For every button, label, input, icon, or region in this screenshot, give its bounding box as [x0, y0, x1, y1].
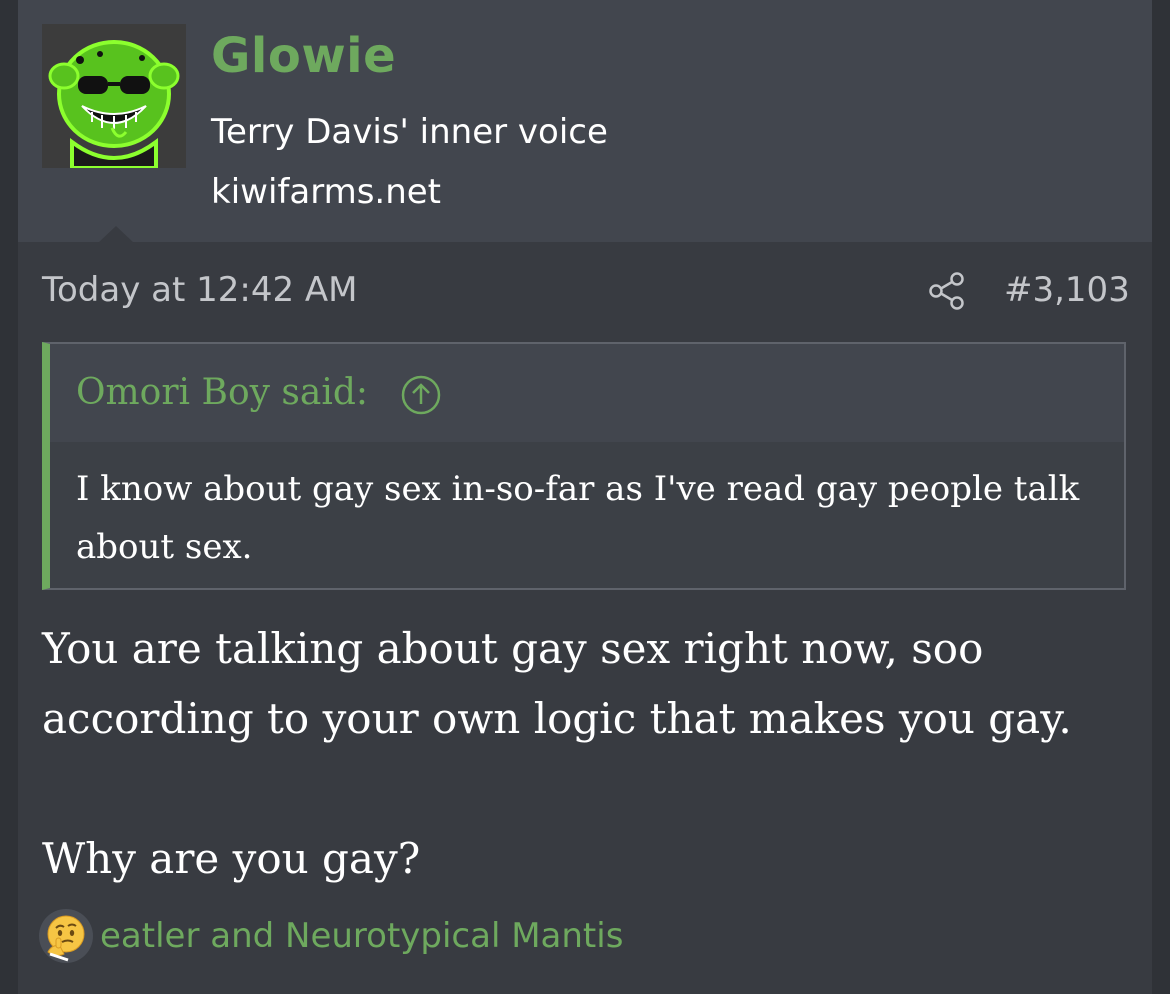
post-number[interactable]: #3,103: [1004, 270, 1130, 310]
reaction-users[interactable]: eatler and Neurotypical Mantis: [100, 916, 623, 956]
glowing-green-character-avatar-icon: [42, 24, 186, 168]
header-pointer: [98, 226, 134, 243]
quote-text: I know about gay sex in-so-far as I've r…: [76, 469, 1080, 567]
thinking-face-icon[interactable]: [38, 908, 94, 964]
quote-body: I know about gay sex in-so-far as I've r…: [50, 442, 1124, 588]
avatar[interactable]: [42, 24, 186, 168]
quote-author[interactable]: Omori Boy said:: [76, 372, 368, 413]
arrow-up-circle-icon[interactable]: [400, 374, 442, 416]
quote-header: Omori Boy said:: [50, 344, 1124, 442]
username[interactable]: Glowie: [211, 28, 396, 84]
post-date[interactable]: Today at 12:42 AM: [42, 270, 358, 310]
share-icon[interactable]: [928, 272, 966, 310]
user-header: Glowie Terry Davis' inner voice kiwifarm…: [18, 0, 1152, 242]
post: Glowie Terry Davis' inner voice kiwifarm…: [18, 0, 1152, 994]
user-site: kiwifarms.net: [211, 172, 442, 212]
post-message: You are talking about gay sex right now,…: [42, 624, 1072, 883]
quote-block: Omori Boy said: I know about gay sex in-…: [42, 342, 1126, 590]
user-title: Terry Davis' inner voice: [211, 112, 608, 152]
